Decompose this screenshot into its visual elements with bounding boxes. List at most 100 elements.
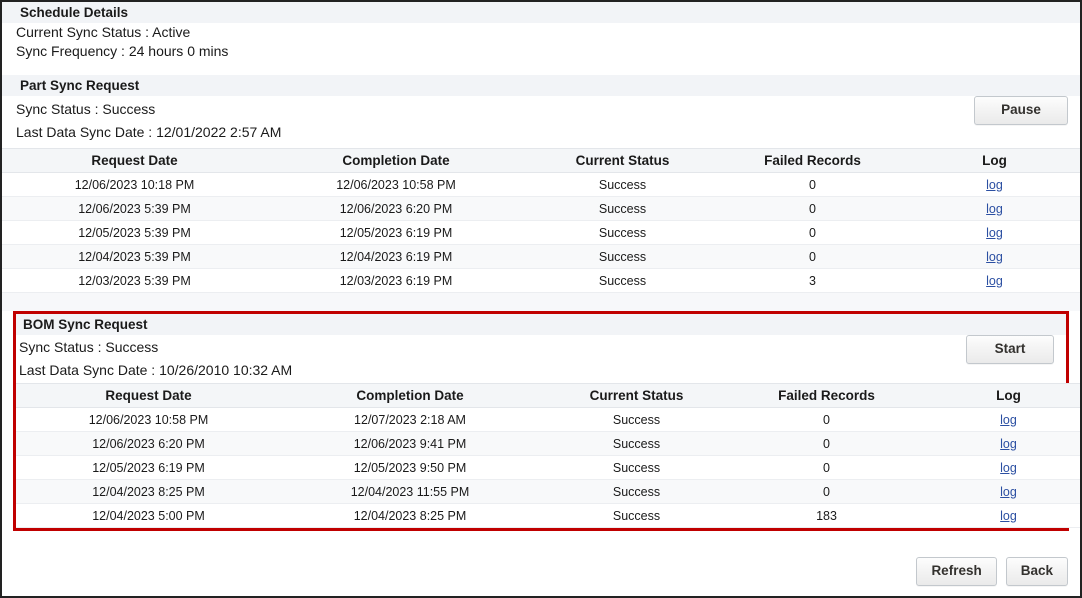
- log-link[interactable]: log: [986, 274, 1003, 288]
- log-link[interactable]: log: [1000, 485, 1017, 499]
- failed-records-cell: 0: [734, 432, 919, 456]
- current-status-cell: Success: [525, 245, 720, 269]
- log-cell: log: [905, 197, 1082, 221]
- pause-button[interactable]: Pause: [974, 96, 1068, 125]
- failed-records-cell: 0: [734, 456, 919, 480]
- sync-details-page: Schedule Details Current Sync Status : A…: [0, 0, 1082, 598]
- current-status-cell: Success: [539, 432, 734, 456]
- log-cell: log: [905, 221, 1082, 245]
- bom-sync-highlight-box: BOM Sync Request Sync Status : Success L…: [13, 311, 1069, 531]
- completion-date-cell: 12/06/2023 6:20 PM: [267, 197, 525, 221]
- failed-records-cell: 0: [720, 197, 905, 221]
- refresh-button[interactable]: Refresh: [916, 557, 996, 586]
- failed-records-cell: 0: [720, 221, 905, 245]
- log-cell: log: [919, 504, 1082, 528]
- log-cell: log: [905, 269, 1082, 293]
- column-header-request-date: Request Date: [2, 149, 267, 173]
- completion-date-cell: 12/05/2023 9:50 PM: [281, 456, 539, 480]
- part-sync-last-date: Last Data Sync Date : 12/01/2022 2:57 AM: [2, 119, 1080, 142]
- completion-date-cell: 12/03/2023 6:19 PM: [267, 269, 525, 293]
- column-header-failed-records: Failed Records: [734, 384, 919, 408]
- failed-records-cell: 0: [720, 245, 905, 269]
- table-row: 12/06/2023 5:39 PM12/06/2023 6:20 PMSucc…: [2, 197, 1082, 221]
- failed-records-cell: 0: [734, 408, 919, 432]
- request-date-cell: 12/06/2023 6:20 PM: [16, 432, 281, 456]
- table-row: 12/06/2023 10:58 PM12/07/2023 2:18 AMSuc…: [16, 408, 1082, 432]
- log-cell: log: [919, 480, 1082, 504]
- request-date-cell: 12/05/2023 5:39 PM: [2, 221, 267, 245]
- completion-date-cell: 12/05/2023 6:19 PM: [267, 221, 525, 245]
- table-row: 12/05/2023 6:19 PM12/05/2023 9:50 PMSucc…: [16, 456, 1082, 480]
- failed-records-cell: 0: [720, 173, 905, 197]
- schedule-details-header: Schedule Details: [2, 2, 1080, 23]
- schedule-spacer: [2, 61, 1080, 75]
- request-date-cell: 12/06/2023 10:18 PM: [2, 173, 267, 197]
- table-row: 12/04/2023 5:00 PM12/04/2023 8:25 PMSucc…: [16, 504, 1082, 528]
- back-button[interactable]: Back: [1006, 557, 1068, 586]
- completion-date-cell: 12/04/2023 8:25 PM: [281, 504, 539, 528]
- footer-actions: Refresh Back: [916, 557, 1068, 586]
- completion-date-cell: 12/06/2023 9:41 PM: [281, 432, 539, 456]
- table-row: 12/06/2023 10:18 PM12/06/2023 10:58 PMSu…: [2, 173, 1082, 197]
- column-header-log: Log: [905, 149, 1082, 173]
- current-status-cell: Success: [539, 480, 734, 504]
- request-date-cell: 12/04/2023 8:25 PM: [16, 480, 281, 504]
- completion-date-cell: 12/06/2023 10:58 PM: [267, 173, 525, 197]
- sync-frequency: Sync Frequency : 24 hours 0 mins: [2, 42, 1080, 61]
- part-sync-status-block: Sync Status : Success Last Data Sync Dat…: [2, 96, 1080, 148]
- current-status-cell: Success: [525, 269, 720, 293]
- failed-records-cell: 3: [720, 269, 905, 293]
- part-sync-header: Part Sync Request: [2, 75, 1080, 96]
- table-row: 12/04/2023 5:39 PM12/04/2023 6:19 PMSucc…: [2, 245, 1082, 269]
- start-button[interactable]: Start: [966, 335, 1054, 364]
- log-link[interactable]: log: [1000, 461, 1017, 475]
- log-link[interactable]: log: [986, 250, 1003, 264]
- bom-sync-status-block: Sync Status : Success Last Data Sync Dat…: [16, 335, 1066, 383]
- log-link[interactable]: log: [1000, 413, 1017, 427]
- log-cell: log: [919, 432, 1082, 456]
- column-header-log: Log: [919, 384, 1082, 408]
- column-header-current-status: Current Status: [539, 384, 734, 408]
- request-date-cell: 12/03/2023 5:39 PM: [2, 269, 267, 293]
- log-link[interactable]: log: [1000, 437, 1017, 451]
- table-row: 12/05/2023 5:39 PM12/05/2023 6:19 PMSucc…: [2, 221, 1082, 245]
- request-date-cell: 12/06/2023 10:58 PM: [16, 408, 281, 432]
- column-header-completion-date: Completion Date: [281, 384, 539, 408]
- bom-sync-table-header-row: Request Date Completion Date Current Sta…: [16, 384, 1082, 408]
- column-header-current-status: Current Status: [525, 149, 720, 173]
- current-status-cell: Success: [539, 408, 734, 432]
- current-status-cell: Success: [525, 197, 720, 221]
- table-row: 12/04/2023 8:25 PM12/04/2023 11:55 PMSuc…: [16, 480, 1082, 504]
- log-link[interactable]: log: [1000, 509, 1017, 523]
- current-status-cell: Success: [525, 221, 720, 245]
- log-cell: log: [919, 456, 1082, 480]
- completion-date-cell: 12/04/2023 11:55 PM: [281, 480, 539, 504]
- column-header-failed-records: Failed Records: [720, 149, 905, 173]
- table-row: 12/06/2023 6:20 PM12/06/2023 9:41 PMSucc…: [16, 432, 1082, 456]
- log-link[interactable]: log: [986, 226, 1003, 240]
- bom-sync-header: BOM Sync Request: [16, 314, 1066, 335]
- completion-date-cell: 12/07/2023 2:18 AM: [281, 408, 539, 432]
- request-date-cell: 12/06/2023 5:39 PM: [2, 197, 267, 221]
- completion-date-cell: 12/04/2023 6:19 PM: [267, 245, 525, 269]
- table-row: 12/03/2023 5:39 PM12/03/2023 6:19 PMSucc…: [2, 269, 1082, 293]
- failed-records-cell: 183: [734, 504, 919, 528]
- current-status-cell: Success: [539, 456, 734, 480]
- request-date-cell: 12/04/2023 5:00 PM: [16, 504, 281, 528]
- failed-records-cell: 0: [734, 480, 919, 504]
- log-cell: log: [905, 173, 1082, 197]
- current-sync-status: Current Sync Status : Active: [2, 23, 1080, 42]
- request-date-cell: 12/04/2023 5:39 PM: [2, 245, 267, 269]
- log-link[interactable]: log: [986, 202, 1003, 216]
- request-date-cell: 12/05/2023 6:19 PM: [16, 456, 281, 480]
- bom-sync-last-date: Last Data Sync Date : 10/26/2010 10:32 A…: [16, 357, 1066, 380]
- part-sync-table: Request Date Completion Date Current Sta…: [2, 148, 1082, 293]
- current-status-cell: Success: [525, 173, 720, 197]
- part-sync-table-header-row: Request Date Completion Date Current Sta…: [2, 149, 1082, 173]
- bom-sync-table: Request Date Completion Date Current Sta…: [16, 383, 1082, 528]
- column-header-completion-date: Completion Date: [267, 149, 525, 173]
- part-sync-status: Sync Status : Success: [2, 96, 1080, 119]
- bom-sync-status: Sync Status : Success: [16, 335, 1066, 357]
- log-cell: log: [905, 245, 1082, 269]
- log-link[interactable]: log: [986, 178, 1003, 192]
